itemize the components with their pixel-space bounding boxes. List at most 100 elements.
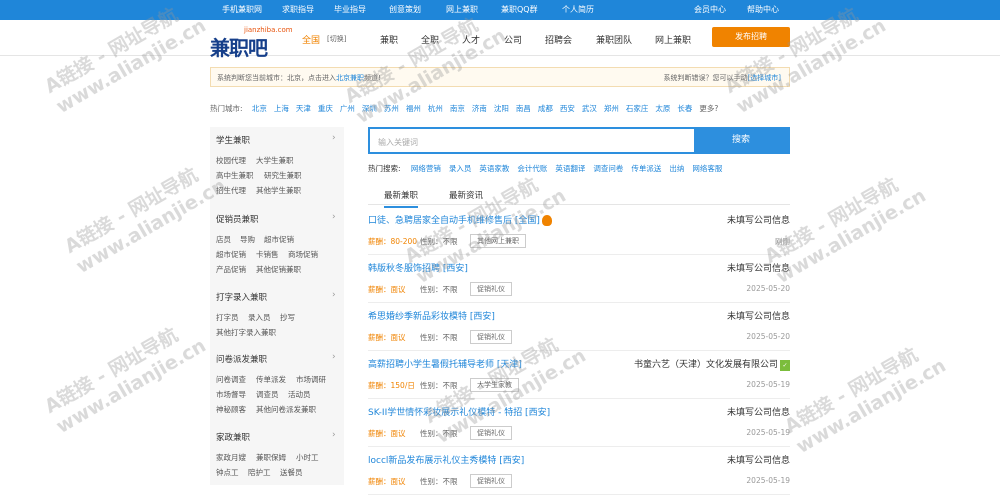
job-row[interactable]: 口徒、急聘居家全自动手机维修售后 [全国] 未填写公司信息 薪酬：80-200 性别：… [368, 207, 790, 255]
sidebar-item[interactable]: 校园代理 [216, 155, 246, 166]
sidebar-item[interactable]: 家政月嫂 [216, 452, 246, 463]
sidebar-item[interactable]: 店员 [216, 234, 231, 245]
job-row[interactable]: loccl新品发布展示礼仪主秀模特 [西安] 未填写公司信息 薪酬：面议 性别：不限 促… [368, 447, 790, 495]
nav-online-job[interactable]: 网上兼职 [655, 33, 691, 46]
sidebar-item[interactable]: 研究生兼职 [264, 170, 302, 181]
sidebar-item[interactable]: 钟点工 [216, 467, 239, 478]
nav-company[interactable]: 公司 [504, 33, 522, 46]
tab-latest-jobs[interactable]: 最新兼职 [384, 189, 419, 208]
job-tag[interactable]: 大学生家教 [470, 378, 519, 392]
topbar-link-resume[interactable]: 个人简历 [562, 4, 594, 15]
nav-job-fair[interactable]: 招聘会 [545, 33, 572, 46]
job-title[interactable]: loccl新品发布展示礼仪主秀模特 [西安] [368, 453, 524, 466]
job-tag[interactable]: 促销礼仪 [470, 330, 512, 344]
job-title[interactable]: 希思婚纱季新品彩妆模特 [西安] [368, 309, 495, 322]
hot-city-link[interactable]: 沈阳 [494, 104, 509, 113]
topbar-link-mobile[interactable]: 手机兼职网 [222, 4, 262, 15]
hot-city-link[interactable]: 天津 [296, 104, 311, 113]
hot-search-link[interactable]: 调查问卷 [593, 164, 623, 173]
job-tag[interactable]: 促销礼仪 [470, 426, 512, 440]
hot-city-link[interactable]: 成都 [538, 104, 553, 113]
job-company[interactable]: 未填写公司信息 [727, 453, 790, 466]
hot-cities-more[interactable]: 更多? [699, 104, 718, 113]
sidebar-item[interactable]: 其他问卷派发兼职 [256, 404, 316, 415]
select-city-link[interactable]: [选择城市] [748, 74, 781, 82]
sidebar-item[interactable]: 小时工 [296, 452, 319, 463]
hot-city-link[interactable]: 太原 [655, 104, 670, 113]
topbar-link-creative[interactable]: 创意策划 [389, 4, 421, 15]
sidebar-item[interactable]: 打字员 [216, 312, 239, 323]
sidebar-item[interactable]: 调查员 [256, 389, 279, 400]
hot-city-link[interactable]: 深圳 [362, 104, 377, 113]
post-job-button[interactable]: 发布招聘 [712, 27, 790, 47]
topbar-link-qq-group[interactable]: 兼职QQ群 [501, 4, 538, 15]
job-row[interactable]: 希思婚纱季新品彩妆模特 [西安] 未填写公司信息 薪酬：面议 性别：不限 促销礼仪 202… [368, 303, 790, 351]
job-row[interactable]: 高薪招聘小学生暑假托辅导老师 [天津] 书童六艺（天津）文化发展有限公司 ✓ 薪酬：1… [368, 351, 790, 399]
sidebar-item[interactable]: 神秘顾客 [216, 404, 246, 415]
sidebar-item[interactable]: 问卷调查 [216, 374, 246, 385]
sidebar-item[interactable]: 大学生兼职 [256, 155, 294, 166]
job-company[interactable]: 未填写公司信息 [727, 405, 790, 418]
sidebar-category-title[interactable]: 学生兼职 [216, 134, 250, 146]
sidebar-item[interactable]: 其他促销兼职 [256, 264, 301, 275]
sidebar-item[interactable]: 录入员 [248, 312, 271, 323]
search-button[interactable]: 搜索 [694, 129, 788, 152]
job-row[interactable]: SK-II学世情怀彩妆展示礼仪模特 - 特招 [西安] 未填写公司信息 薪酬：面议 性… [368, 399, 790, 447]
sidebar-item[interactable]: 导购 [240, 234, 255, 245]
hot-city-link[interactable]: 上海 [274, 104, 289, 113]
topbar-link-job-guide[interactable]: 求职指导 [282, 4, 314, 15]
job-tag[interactable]: 促销礼仪 [470, 474, 512, 488]
sidebar-category-title[interactable]: 家政兼职 [216, 431, 250, 443]
hot-city-link[interactable]: 长春 [677, 104, 692, 113]
hot-search-link[interactable]: 录入员 [449, 164, 472, 173]
sidebar-item[interactable]: 超市促销 [216, 249, 246, 260]
job-company[interactable]: 书童六艺（天津）文化发展有限公司 ✓ [634, 357, 790, 371]
hot-city-link[interactable]: 杭州 [428, 104, 443, 113]
hot-city-link[interactable]: 济南 [472, 104, 487, 113]
sidebar-item[interactable]: 市场调研 [296, 374, 326, 385]
sidebar-item[interactable]: 抄写 [280, 312, 295, 323]
topbar-link-graduate-guide[interactable]: 毕业指导 [334, 4, 366, 15]
sidebar-category-title[interactable]: 问卷派发兼职 [216, 353, 267, 365]
city-switch-link[interactable]: [切换] [327, 34, 346, 44]
job-title[interactable]: 高薪招聘小学生暑假托辅导老师 [天津] [368, 357, 522, 370]
nav-talent[interactable]: 人才 [462, 33, 480, 46]
tab-latest-news[interactable]: 最新资讯 [449, 189, 483, 201]
hot-search-link[interactable]: 出纳 [669, 164, 684, 173]
job-title[interactable]: 口徒、急聘居家全自动手机维修售后 [全国] [368, 213, 552, 226]
hot-city-link[interactable]: 广州 [340, 104, 355, 113]
job-tag[interactable]: 促销礼仪 [470, 282, 512, 296]
topbar-link-member[interactable]: 会员中心 [694, 4, 726, 15]
sidebar-item[interactable]: 其他打字录入兼职 [216, 327, 276, 338]
hot-city-link[interactable]: 苏州 [384, 104, 399, 113]
hot-city-link[interactable]: 郑州 [604, 104, 619, 113]
sidebar-item[interactable]: 市场督导 [216, 389, 246, 400]
hot-city-link[interactable]: 南京 [450, 104, 465, 113]
sidebar-item[interactable]: 送餐员 [280, 467, 303, 478]
nav-parttime[interactable]: 兼职 [380, 33, 398, 46]
sidebar-item[interactable]: 超市促销 [264, 234, 294, 245]
hot-city-link[interactable]: 南昌 [516, 104, 531, 113]
sidebar-category-title[interactable]: 打字录入兼职 [216, 291, 267, 303]
hot-city-link[interactable]: 重庆 [318, 104, 333, 113]
sidebar-item[interactable]: 高中生兼职 [216, 170, 254, 181]
sidebar-item[interactable]: 产品促销 [216, 264, 246, 275]
sidebar-item[interactable]: 卡销售 [256, 249, 279, 260]
hot-city-link[interactable]: 武汉 [582, 104, 597, 113]
sidebar-item[interactable]: 兼职保姆 [256, 452, 286, 463]
hot-city-link[interactable]: 石家庄 [626, 104, 649, 113]
sidebar-category-title[interactable]: 促销员兼职 [216, 213, 259, 225]
hot-city-link[interactable]: 福州 [406, 104, 421, 113]
sidebar-item[interactable]: 其他学生兼职 [256, 185, 301, 196]
notice-city-link[interactable]: 北京兼职 [336, 74, 364, 82]
hot-search-link[interactable]: 会计代账 [517, 164, 547, 173]
job-title[interactable]: 韩版秋冬服饰招聘 [西安] [368, 261, 468, 274]
job-tag[interactable]: 其他网上兼职 [470, 234, 526, 248]
search-input[interactable]: 输入关键词 [378, 137, 418, 148]
sidebar-item[interactable]: 商场促销 [288, 249, 318, 260]
sidebar-item[interactable]: 活动员 [288, 389, 311, 400]
hot-search-link[interactable]: 传单派送 [631, 164, 661, 173]
job-row[interactable]: 韩版秋冬服饰招聘 [西安] 未填写公司信息 薪酬：面议 性别：不限 促销礼仪 2025-0… [368, 255, 790, 303]
nav-fulltime[interactable]: 全职 [421, 33, 439, 46]
hot-search-link[interactable]: 英语家教 [479, 164, 509, 173]
